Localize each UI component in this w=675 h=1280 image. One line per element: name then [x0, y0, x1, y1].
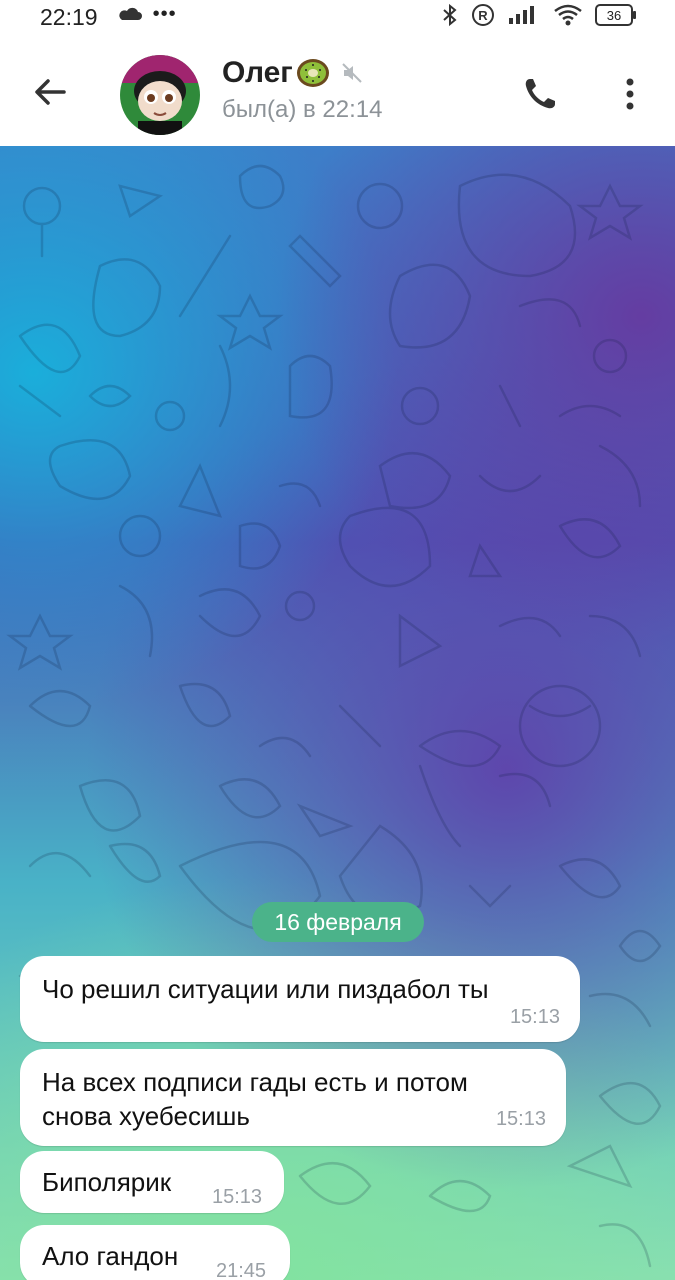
more-options-icon[interactable] [612, 74, 648, 114]
back-arrow-icon[interactable] [30, 72, 70, 112]
more-notifications-dots: ••• [152, 3, 177, 25]
message-text: Чо решил ситуации или пиздабол ты [42, 974, 489, 1004]
last-seen-status: был(а) в 22:14 [222, 96, 383, 123]
status-bar: 22:19 ••• R 36 [0, 0, 675, 36]
status-time: 22:19 [40, 4, 98, 30]
svg-text:R: R [478, 8, 488, 23]
message-text-line: На всех подписи гады есть и потом [42, 1067, 468, 1097]
chat-header: Олег был(а) в 22:14 [0, 36, 675, 146]
wifi-icon [554, 4, 582, 26]
message-bubble[interactable]: На всех подписи гады есть и потом снова … [20, 1049, 566, 1146]
bluetooth-icon [443, 3, 457, 27]
message-time: 15:13 [212, 1186, 263, 1208]
message-text: Ало гандон [42, 1241, 179, 1271]
cloud-icon [119, 7, 142, 20]
muted-speaker-icon [342, 63, 362, 83]
contact-title[interactable]: Олег был(а) в 22:14 [222, 56, 382, 124]
message-bubble[interactable]: Биполярик 15:13 [20, 1151, 284, 1213]
avatar[interactable] [120, 55, 200, 135]
message-time: 21:45 [216, 1260, 267, 1280]
date-divider: 16 февраля [252, 902, 424, 942]
message-bubble[interactable]: Ало гандон 21:45 [20, 1225, 290, 1280]
contact-name: Олег [222, 56, 293, 89]
chat-area[interactable]: 16 февраля Чо решил ситуации или пиздабо… [0, 146, 675, 1280]
status-icons: R 36 [441, 3, 636, 27]
message-time: 15:13 [509, 1006, 560, 1028]
signal-icon [509, 6, 534, 24]
message-text: На всех подписи гады есть и потом снова … [42, 1065, 468, 1133]
message-time: 15:13 [495, 1108, 546, 1130]
message-bubble[interactable]: Чо решил ситуации или пиздабол ты 15:13 [20, 956, 580, 1042]
phone-call-icon[interactable] [520, 74, 560, 114]
avatar-image [120, 55, 200, 135]
kiwi-emoji-icon [296, 59, 329, 87]
registered-icon: R [472, 4, 494, 26]
message-text: Биполярик [42, 1167, 172, 1197]
notification-dots: ••• [116, 3, 177, 26]
message-text-line: снова хуебесишь [42, 1101, 250, 1131]
name-row: Олег [222, 56, 382, 90]
battery-icon: 36 [595, 4, 636, 26]
